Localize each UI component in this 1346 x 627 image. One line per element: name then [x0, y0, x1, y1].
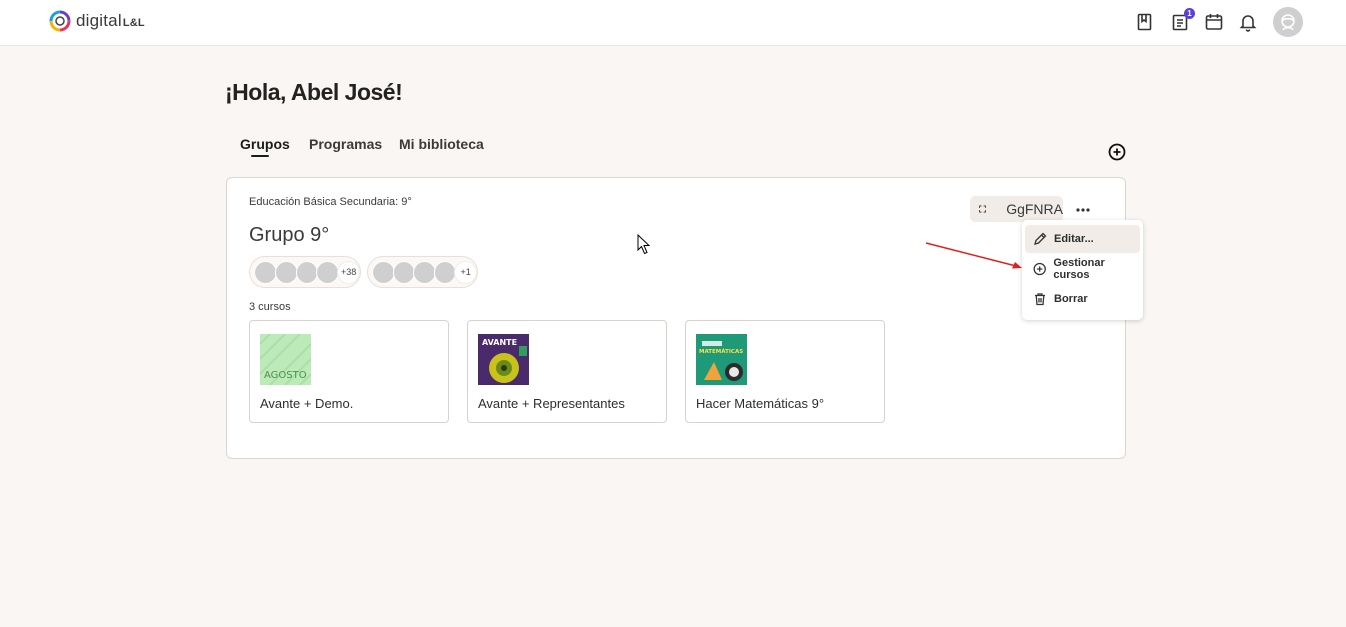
group-level: Educación Básica Secundaria: 9°: [249, 196, 412, 208]
user-avatar[interactable]: [1273, 7, 1303, 37]
students-avatars[interactable]: +38: [249, 256, 361, 288]
group-options-menu: Editar... Gestionar cursos Borrar: [1022, 220, 1143, 320]
tab-mi-biblioteca[interactable]: Mi biblioteca: [399, 136, 484, 152]
brand-name: digital: [76, 11, 122, 30]
greeting-title: ¡Hola, Abel José!: [225, 79, 403, 105]
menu-item-label: Borrar: [1054, 293, 1088, 305]
menu-item-label: Editar...: [1054, 233, 1094, 245]
students-extra-count: +38: [337, 260, 360, 284]
course-card[interactable]: MATEMÁTICAS Hacer Matemáticas 9°: [685, 320, 885, 423]
avatar: [274, 260, 298, 284]
add-group-button[interactable]: [1107, 142, 1127, 162]
course-card[interactable]: AVANTE Avante + Representantes: [467, 320, 667, 423]
group-code-box[interactable]: GgFNRA: [970, 196, 1063, 222]
logo-icon: [49, 10, 71, 32]
teachers-extra-count: +1: [454, 260, 477, 284]
group-title[interactable]: Grupo 9°: [249, 224, 329, 247]
course-thumb-text: AGOSTO: [264, 370, 307, 381]
user-icon: [1281, 14, 1295, 31]
avatar: [433, 260, 457, 284]
tab-programas[interactable]: Programas: [309, 136, 382, 152]
course-name: Avante + Representantes: [478, 396, 625, 411]
courses-count: 3 cursos: [249, 301, 291, 313]
calendar-icon[interactable]: [1204, 12, 1224, 32]
course-name: Hacer Matemáticas 9°: [696, 396, 825, 411]
top-bar: digitalL&L 1: [0, 0, 1346, 46]
mouse-cursor-icon: [637, 234, 651, 255]
book-icon[interactable]: [1135, 12, 1155, 32]
active-tab-indicator: [251, 155, 269, 157]
course-thumbnail: MATEMÁTICAS: [696, 334, 747, 385]
pencil-icon: [1034, 232, 1047, 245]
avatar: [316, 260, 340, 284]
menu-item-label: Gestionar cursos: [1053, 257, 1105, 281]
clipboard-icon[interactable]: 1: [1170, 8, 1195, 32]
course-card[interactable]: AGOSTO Avante + Demo.: [249, 320, 449, 423]
course-thumb-text: AVANTE: [482, 338, 517, 347]
menu-item-gestionar-cursos[interactable]: Gestionar cursos: [1025, 255, 1140, 283]
course-thumb-text: MATEMÁTICAS: [699, 348, 743, 355]
avatar: [295, 260, 319, 284]
more-horizontal-icon: [1076, 208, 1090, 212]
logo[interactable]: digitalL&L: [48, 9, 145, 33]
course-thumbnail: AVANTE: [478, 334, 529, 385]
group-code: GgFNRA: [1006, 201, 1063, 217]
menu-item-borrar[interactable]: Borrar: [1025, 285, 1140, 313]
avatar: [392, 260, 416, 284]
bell-icon[interactable]: [1238, 12, 1258, 32]
menu-item-editar[interactable]: Editar...: [1025, 225, 1140, 253]
trash-icon: [1035, 293, 1045, 306]
brand-suffix: L&L: [122, 17, 145, 29]
annotation-arrow: [925, 242, 1022, 269]
teachers-avatars[interactable]: +1: [367, 256, 478, 288]
plus-circle-icon: [1033, 262, 1046, 276]
more-options-button[interactable]: [1073, 200, 1093, 220]
course-thumbnail: AGOSTO: [260, 334, 311, 385]
avatar: [254, 260, 277, 284]
avatar: [372, 260, 395, 284]
course-name: Avante + Demo.: [260, 396, 354, 411]
plus-circle-icon: [1108, 143, 1126, 161]
expand-icon: [979, 205, 987, 213]
avatar: [413, 260, 436, 284]
tab-grupos[interactable]: Grupos: [240, 136, 290, 152]
notification-badge: 1: [1184, 8, 1195, 19]
